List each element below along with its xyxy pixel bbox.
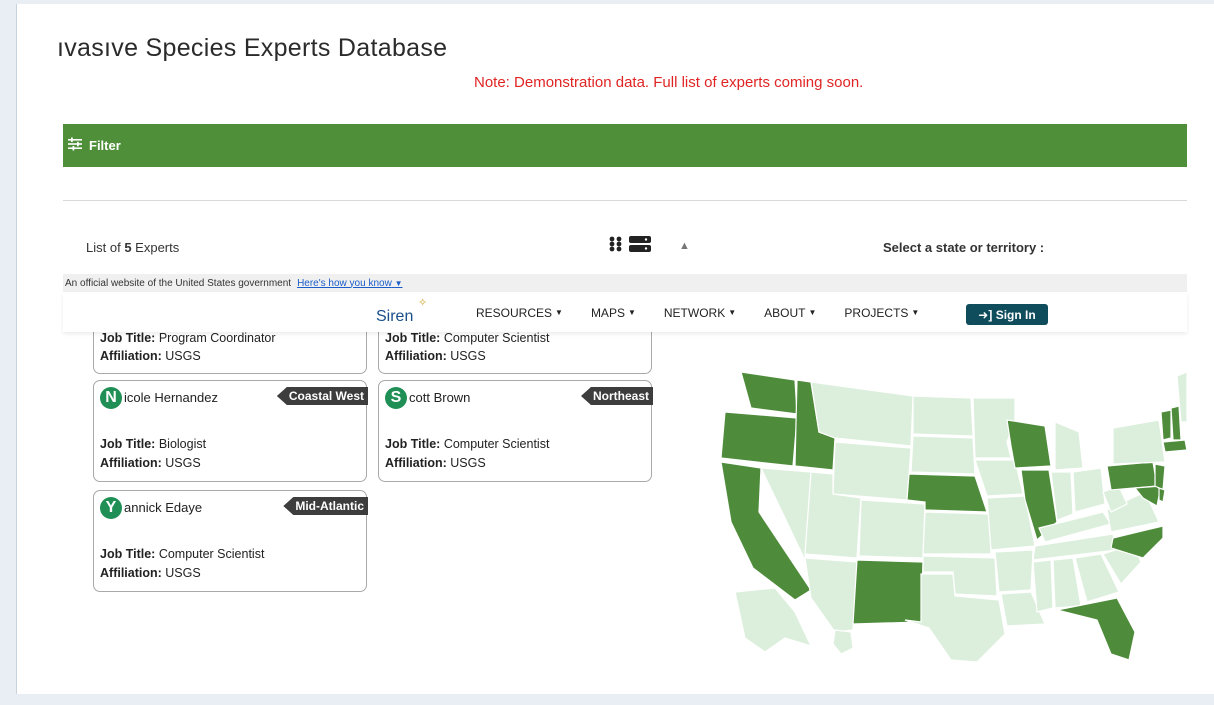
signin-icon: ➜] (978, 307, 993, 322)
page-title: ıvasıve Species Experts Database (57, 34, 448, 62)
expert-count: List of 5 Experts (86, 240, 180, 255)
sparkle-icon: ✧ (418, 297, 428, 309)
affiliation: Affiliation: USGS (100, 456, 201, 470)
region-badge: Coastal West (276, 387, 368, 405)
affiliation: Affiliation: USGS (385, 456, 486, 470)
expert-name: cott Brown (409, 390, 471, 405)
nav-item-network[interactable]: NETWORK ▼ (664, 306, 736, 320)
state-new-jersey (1154, 463, 1166, 491)
job-title: Job Title: Computer Scientist (100, 547, 265, 561)
expert-name: icole Hernandez (124, 390, 218, 405)
state-florida (1056, 597, 1136, 661)
state-massachusetts (1162, 439, 1188, 453)
state-mississippi (1032, 559, 1054, 613)
job-title: Job Title: Program Coordinator (100, 331, 276, 345)
state-south-dakota (910, 435, 976, 475)
heres-how-link[interactable]: Here's how you know ▼ (297, 278, 402, 289)
caret-down-icon: ▼ (728, 308, 737, 317)
filter-label: Filter (89, 138, 121, 153)
state-wyoming (832, 441, 912, 501)
state-vermont (1160, 409, 1172, 441)
expert-name: annick Edaye (124, 500, 203, 515)
job-title: Job Title: Biologist (100, 437, 207, 451)
grid-view-icon[interactable] (609, 236, 623, 257)
avatar: N (100, 387, 122, 409)
avatar: Y (100, 497, 122, 519)
nav-menu: RESOURCES ▼ MAPS ▼ NETWORK ▼ ABOUT ▼ PROJECT… (476, 306, 947, 320)
caret-down-icon: ▼ (911, 308, 920, 317)
filter-bar: Filter (63, 124, 1187, 167)
expert-card[interactable]: Y annick Edaye Mid-Atlantic Job Title: C… (93, 490, 368, 592)
view-toggles (609, 236, 651, 257)
caret-down-icon: ▼ (627, 308, 636, 317)
state-hawaii (832, 629, 854, 655)
state-north-dakota (912, 395, 974, 437)
affiliation: Affiliation: USGS (385, 349, 486, 363)
expert-card[interactable]: N icole Hernandez Coastal West Job Title… (93, 380, 368, 482)
affiliation: Affiliation: USGS (100, 566, 201, 580)
expert-card[interactable]: Job Title: Computer Scientist Affiliatio… (378, 330, 652, 374)
section-divider (63, 200, 1187, 201)
demo-note: Note: Demonstration data. Full list of e… (474, 74, 864, 91)
state-ohio (1072, 467, 1106, 513)
state-delaware (1158, 487, 1166, 503)
region-badge: Mid-Atlantic (283, 497, 368, 515)
job-title: Job Title: Computer Scientist (385, 437, 550, 451)
state-new-mexico (852, 559, 924, 625)
state-arkansas (994, 549, 1034, 593)
sliders-icon (67, 137, 83, 154)
nav-item-resources[interactable]: RESOURCES ▼ (476, 306, 563, 320)
state-select-label: Select a state or territory : (883, 240, 1045, 255)
chevron-down-icon: ▼ (394, 278, 403, 288)
affiliation: Affiliation: USGS (100, 349, 201, 363)
state-pennsylvania (1106, 461, 1158, 491)
collapse-caret-icon[interactable]: ▲ (679, 240, 690, 252)
region-badge: Northeast (580, 387, 653, 405)
state-colorado (858, 499, 926, 559)
filter-button[interactable]: Filter (67, 137, 121, 154)
expert-card[interactable]: S cott Brown Northeast Job Title: Comput… (378, 380, 653, 482)
state-arizona (804, 557, 858, 633)
gov-banner-text: An official website of the United States… (65, 277, 292, 289)
list-view-icon[interactable] (629, 236, 651, 257)
avatar: S (385, 387, 407, 409)
signin-button[interactable]: ➜] Sign In (966, 304, 1048, 325)
expert-card[interactable]: Job Title: Program Coordinator Affiliati… (93, 330, 367, 374)
caret-down-icon: ▼ (808, 308, 817, 317)
job-title: Job Title: Computer Scientist (385, 331, 550, 345)
state-michigan (1054, 421, 1084, 471)
state-new-york (1112, 419, 1166, 465)
state-wisconsin (1006, 419, 1052, 469)
page-frame: ıvasıve Species Experts Database Note: D… (16, 4, 1214, 694)
nav-item-maps[interactable]: MAPS ▼ (591, 306, 636, 320)
state-oregon (720, 411, 798, 467)
gov-banner: An official website of the United States… (63, 274, 1187, 292)
state-washington (740, 371, 798, 415)
navbar: Siren ✧ RESOURCES ▼ MAPS ▼ NETWORK ▼ ABOUT ▼… (63, 292, 1187, 332)
nav-item-about[interactable]: ABOUT ▼ (764, 306, 816, 320)
siren-logo[interactable]: Siren ✧ (376, 297, 427, 326)
state-kansas (922, 511, 992, 555)
us-states-map[interactable] (715, 362, 1188, 663)
nav-item-projects[interactable]: PROJECTS ▼ (844, 306, 919, 320)
caret-down-icon: ▼ (555, 308, 563, 317)
